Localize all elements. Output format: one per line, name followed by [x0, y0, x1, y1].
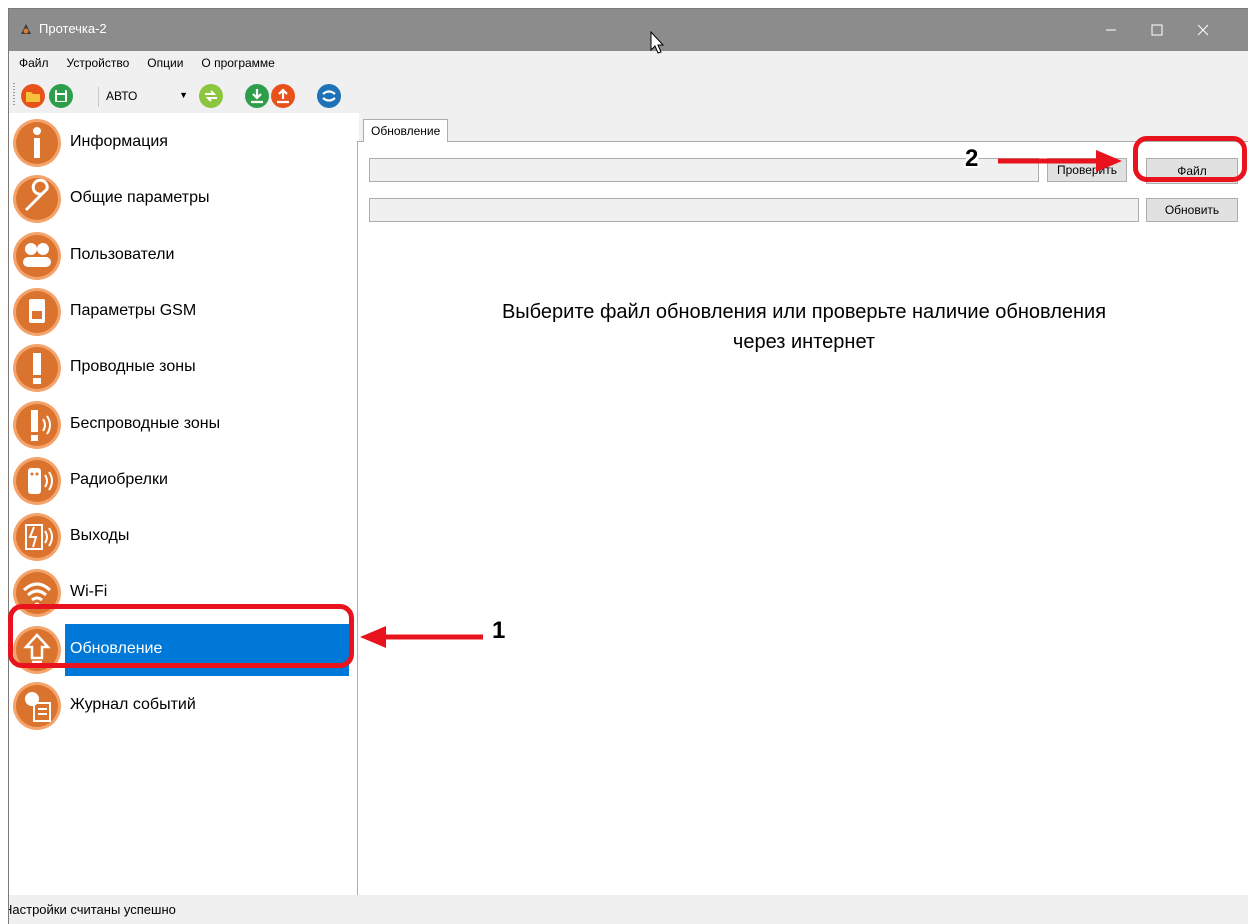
- download-icon: [245, 84, 269, 108]
- sidebar-item-label: Информация: [70, 133, 168, 150]
- sim-card-icon: [13, 287, 61, 336]
- info-icon: [13, 119, 61, 167]
- menu-bar: Файл Устройство Опции О программе: [9, 51, 1248, 75]
- sidebar-item-label: Пользователи: [70, 245, 175, 263]
- toolbar-grip[interactable]: [13, 83, 15, 107]
- wireless-exclamation-icon: [13, 400, 61, 449]
- menu-about[interactable]: О программе: [191, 56, 282, 70]
- connect-button[interactable]: [199, 84, 223, 108]
- file-path-input[interactable]: [370, 159, 1038, 181]
- download-button[interactable]: [245, 84, 269, 108]
- main-content: Обновление Проверить Файл Обновить Выбер…: [357, 113, 1248, 895]
- sidebar-item[interactable]: Обновление: [13, 623, 349, 676]
- sidebar-item-label: Беспроводные зоны: [70, 414, 221, 432]
- sidebar-item-label: Общие параметры: [70, 189, 210, 207]
- title-bar[interactable]: Протечка-2: [9, 9, 1248, 54]
- maximize-button[interactable]: [1134, 9, 1180, 51]
- sidebar-item[interactable]: Wi-Fi: [9, 567, 349, 619]
- close-button[interactable]: [1180, 9, 1226, 51]
- sidebar-item-label: Радиобрелки: [70, 470, 168, 488]
- relay-output-icon: [13, 513, 61, 562]
- instruction-line-1: Выберите файл обновления или проверьте н…: [501, 301, 1107, 323]
- toolbar: АВТО ▼: [9, 77, 1248, 113]
- instruction-line-2: через интернет: [732, 331, 876, 353]
- exclamation-icon: [13, 344, 61, 393]
- status-bar: Настройки считаны успешно: [9, 895, 1248, 924]
- mode-select[interactable]: АВТО ▼: [102, 86, 190, 106]
- maximize-icon: [1151, 24, 1163, 36]
- status-text: Настройки считаны успешно: [8, 902, 176, 917]
- menu-file[interactable]: Файл: [9, 56, 57, 70]
- sidebar-item[interactable]: Пользователи: [9, 230, 349, 282]
- mode-select-value: АВТО: [106, 89, 138, 103]
- sidebar-item[interactable]: Беспроводные зоны: [9, 399, 349, 451]
- update-progress-field: [369, 198, 1139, 222]
- sidebar-item-label: Журнал событий: [70, 696, 196, 713]
- upload-icon: [271, 84, 295, 108]
- users-icon: [13, 231, 61, 280]
- minimize-icon: [1106, 29, 1116, 31]
- sidebar-item-label: Проводные зоны: [70, 358, 196, 376]
- tab-update[interactable]: Обновление: [363, 119, 449, 142]
- check-update-button[interactable]: Проверить: [1047, 158, 1127, 182]
- close-icon: [1197, 24, 1209, 36]
- menu-device[interactable]: Устройство: [57, 56, 138, 70]
- file-button[interactable]: Файл: [1146, 158, 1238, 184]
- sync-button[interactable]: [317, 84, 341, 108]
- app-icon: [21, 24, 31, 34]
- upload-button[interactable]: [271, 84, 295, 108]
- sidebar-item[interactable]: Выходы: [9, 511, 349, 563]
- wrench-icon: [13, 175, 61, 224]
- menu-options[interactable]: Опции: [137, 56, 191, 70]
- sidebar-item[interactable]: Параметры GSM: [9, 286, 349, 338]
- app-window: Протечка-2 Файл Устройство Опции О прогр…: [8, 8, 1248, 924]
- sidebar-item-label: Wi-Fi: [70, 583, 108, 601]
- save-icon: [49, 84, 73, 108]
- sync-icon: [317, 84, 341, 108]
- open-folder-icon: [21, 84, 45, 108]
- sidebar-item[interactable]: Общие параметры: [9, 173, 349, 225]
- sidebar-item-label: Обновление: [70, 639, 163, 657]
- instruction-message: Выберите файл обновления или проверьте н…: [358, 297, 1248, 357]
- file-path-field[interactable]: [369, 158, 1039, 182]
- toolbar-separator: [98, 87, 99, 107]
- sidebar: Информация Общие параметры Пользователи Пар…: [9, 113, 359, 895]
- update-progress-input: [370, 199, 1138, 221]
- update-button[interactable]: Обновить: [1146, 198, 1238, 222]
- sidebar-item[interactable]: Проводные зоны: [9, 342, 349, 394]
- sidebar-item-label: Выходы: [70, 527, 130, 545]
- sidebar-item[interactable]: Журнал событий: [9, 680, 349, 732]
- remote-fob-icon: [13, 456, 61, 505]
- minimize-button[interactable]: [1088, 9, 1134, 51]
- open-button[interactable]: [21, 84, 45, 108]
- chevron-down-icon: ▼: [179, 90, 188, 100]
- sidebar-item[interactable]: Информация: [9, 117, 349, 169]
- sidebar-item-label: Параметры GSM: [70, 301, 197, 319]
- save-button[interactable]: [49, 84, 73, 108]
- update-arrow-icon: [13, 625, 61, 674]
- window-title: Протечка-2: [39, 21, 107, 36]
- connect-icon: [199, 84, 223, 108]
- tab-panel: Проверить Файл Обновить Выберите файл об…: [357, 141, 1248, 895]
- event-log-icon: [13, 682, 61, 730]
- sidebar-item[interactable]: Радиобрелки: [9, 455, 349, 507]
- wifi-icon: [13, 569, 61, 618]
